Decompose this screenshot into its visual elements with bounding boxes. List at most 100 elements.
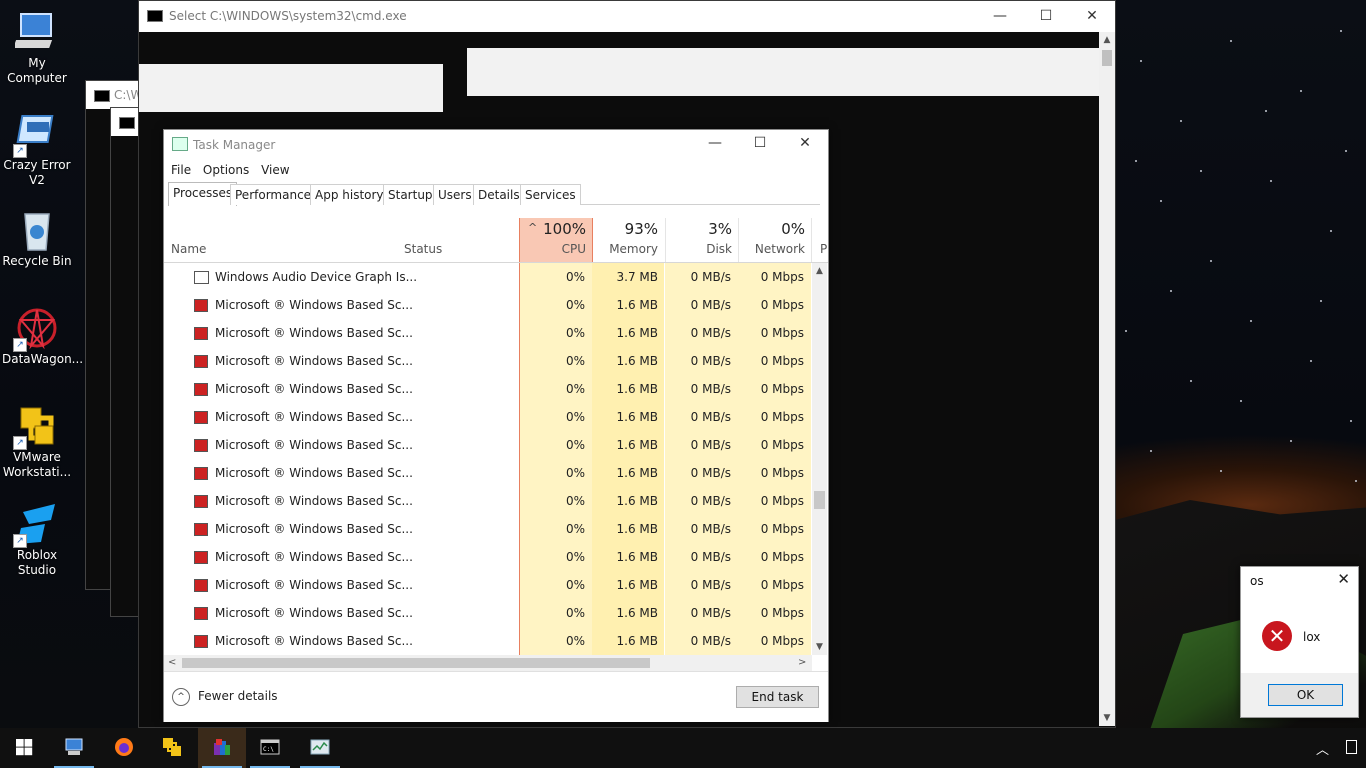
col-name[interactable]: Name [164,218,396,262]
table-row[interactable]: Microsoft ® Windows Based Sc... 0% 1.6 MB 0… [164,347,812,375]
computer-icon [13,10,59,54]
table-row[interactable]: Windows Audio Device Graph Is... 0% 3.7 MB… [164,263,812,291]
table-row[interactable]: Microsoft ® Windows Based Sc... 0% 1.6 MB 0… [164,459,812,487]
memory-total: 93% [624,220,658,238]
table-row[interactable]: Microsoft ® Windows Based Sc... 0% 1.6 MB 0… [164,431,812,459]
table-row[interactable]: Microsoft ® Windows Based Sc... 0% 1.6 MB 0… [164,627,812,655]
winrar-icon [214,739,230,755]
notifications-icon[interactable] [1346,740,1357,754]
desktop-icon-datawagon[interactable]: ↗ DataWagon... [2,306,84,367]
table-row[interactable]: Microsoft ® Windows Based Sc... 0% 1.6 MB 0… [164,515,812,543]
process-name: Microsoft ® Windows Based Sc... [215,522,413,536]
star [1350,420,1352,422]
tab-startup[interactable]: Startup [383,184,438,205]
col-status[interactable]: Status [396,218,519,262]
process-disk: 0 MB/s [690,494,731,508]
col-power[interactable]: P [811,218,828,262]
close-button[interactable]: ✕ [782,130,828,159]
process-cpu: 0% [565,606,585,620]
tab-performance[interactable]: Performance [230,184,317,205]
task-manager-icon [310,739,330,755]
star [1220,470,1222,472]
star [1265,110,1267,112]
tab-users[interactable]: Users [433,184,477,205]
tab-details[interactable]: Details [473,184,525,205]
table-row[interactable]: Microsoft ® Windows Based Sc... 0% 1.6 MB 0… [164,487,812,515]
cmd-scrollbar[interactable]: ▲ ▼ [1099,32,1115,726]
col-disk[interactable]: 3% Disk [665,218,738,262]
maximize-button[interactable]: ☐ [1023,1,1069,32]
scroll-left-icon[interactable]: < [168,655,176,671]
menu-view[interactable]: View [261,159,289,181]
end-task-button[interactable]: End task [736,686,819,708]
process-list-hscroll[interactable]: < > [164,655,812,671]
scroll-thumb[interactable] [1102,50,1112,66]
tab-processes[interactable]: Processes [168,182,238,206]
error-icon: ✕ [1262,621,1292,651]
star [1160,200,1162,202]
menu-options[interactable]: Options [203,159,249,181]
task-manager-window[interactable]: Task Manager — ☐ ✕ File Options View Pro… [163,129,829,722]
scroll-down-icon[interactable]: ▼ [812,639,827,655]
star [1170,290,1172,292]
taskbar-cmd[interactable]: C:\ [246,728,294,768]
table-row[interactable]: Microsoft ® Windows Based Sc... 0% 1.6 MB 0… [164,571,812,599]
tm-footer: ^ Fewer details End task [164,671,828,722]
process-disk: 0 MB/s [690,522,731,536]
minimize-button[interactable]: — [692,130,738,159]
chevron-up-icon[interactable]: ^ [172,688,190,706]
scroll-thumb[interactable] [814,491,825,509]
process-name: Microsoft ® Windows Based Sc... [215,326,413,340]
fewer-details-link[interactable]: Fewer details [198,689,278,703]
table-row[interactable]: Microsoft ® Windows Based Sc... 0% 1.6 MB 0… [164,375,812,403]
process-list-vscroll[interactable]: ▲ ▼ [812,263,827,655]
tab-services[interactable]: Services [520,184,581,205]
table-row[interactable]: Microsoft ® Windows Based Sc... 0% 1.6 MB 0… [164,599,812,627]
desktop-icon-crazy-error[interactable]: ↗ Crazy Error V2 [2,112,72,188]
minimize-button[interactable]: — [977,1,1023,32]
scroll-thumb[interactable] [182,658,650,668]
process-name: Microsoft ® Windows Based Sc... [215,634,413,648]
table-row[interactable]: Microsoft ® Windows Based Sc... 0% 1.6 MB 0… [164,319,812,347]
taskbar-task-manager[interactable] [296,728,344,768]
script-host-icon [194,439,208,452]
table-row[interactable]: Microsoft ® Windows Based Sc... 0% 1.6 MB 0… [164,543,812,571]
scroll-up-icon[interactable]: ▲ [812,263,827,279]
ok-button[interactable]: OK [1268,684,1343,706]
col-memory[interactable]: 93% Memory [592,218,664,262]
desktop-icon-my-computer[interactable]: My Computer [2,10,72,86]
process-list: Windows Audio Device Graph Is... 0% 3.7 MB… [164,263,812,655]
scroll-right-icon[interactable]: > [798,655,806,671]
menu-file[interactable]: File [171,159,191,181]
tm-title-bar[interactable]: Task Manager — ☐ ✕ [164,130,828,159]
taskbar-vmware[interactable] [148,728,196,768]
shortcut-arrow-icon: ↗ [13,144,27,158]
scroll-down-icon[interactable]: ▼ [1099,710,1115,726]
table-row[interactable]: Microsoft ® Windows Based Sc... 0% 1.6 MB 0… [164,403,812,431]
maximize-button[interactable]: ☐ [737,130,783,159]
chevron-up-icon[interactable]: ︿ [1316,739,1329,758]
cmd-title-bar[interactable]: Select C:\WINDOWS\system32\cmd.exe — ☐ ✕ [139,1,1115,32]
tab-app-history[interactable]: App history [310,184,389,205]
table-row[interactable]: Microsoft ® Windows Based Sc... 0% 1.6 MB 0… [164,291,812,319]
close-icon[interactable]: ✕ [1337,570,1350,588]
desktop-icon-label: DataWagon... [2,352,84,366]
start-button[interactable] [0,728,48,768]
col-cpu[interactable]: ^ 100% CPU [519,218,593,262]
close-button[interactable]: ✕ [1069,1,1115,32]
desktop-icon-vmware[interactable]: ↗ VMware Workstati... [2,404,72,480]
desktop: My Computer ↗ Crazy Error V2 Recycle Bin… [0,0,1366,728]
script-host-icon [194,467,208,480]
col-network[interactable]: 0% Network [738,218,811,262]
scroll-up-icon[interactable]: ▲ [1099,32,1115,48]
cmd-icon [119,117,135,129]
taskbar-winrar[interactable] [198,728,246,768]
process-name: Microsoft ® Windows Based Sc... [215,354,413,368]
desktop-icon-roblox-studio[interactable]: ↗ Roblox Studio [2,502,72,578]
os-dialog[interactable]: os ✕ ✕ lox OK [1240,566,1359,718]
taskbar-firefox[interactable] [100,728,148,768]
taskbar-computer[interactable] [50,728,98,768]
desktop-icon-recycle-bin[interactable]: Recycle Bin [2,208,72,269]
dialog-title-bar[interactable]: os ✕ [1241,567,1358,593]
star [1355,480,1357,482]
